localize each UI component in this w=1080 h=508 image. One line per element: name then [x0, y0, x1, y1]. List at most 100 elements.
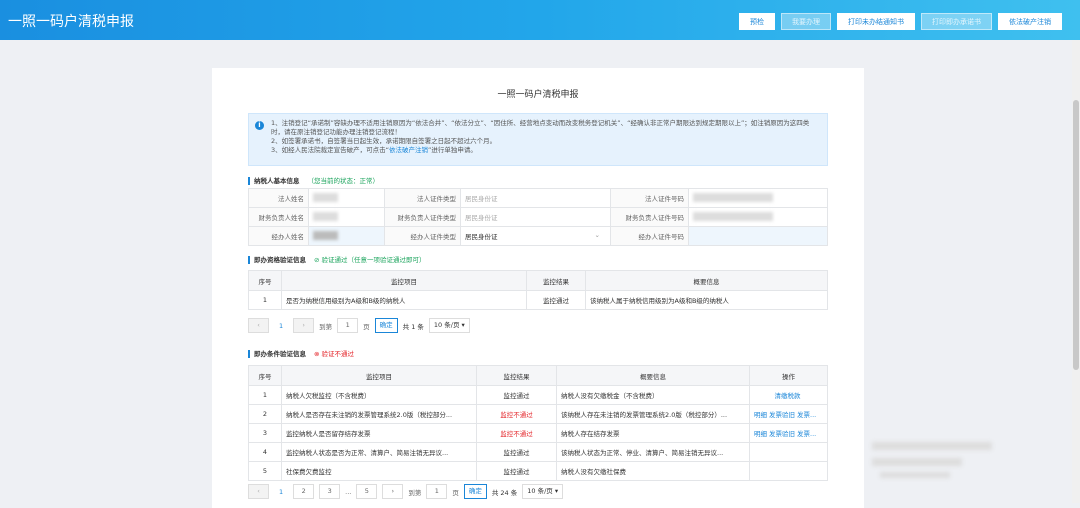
- next-page-button[interactable]: ›: [293, 318, 315, 333]
- select-value: 10 条/页: [433, 321, 460, 329]
- blurred-overlay: [872, 442, 992, 450]
- column-header: 序号: [248, 270, 282, 291]
- cell-actions: 明细 发票验旧 发票...: [749, 423, 828, 443]
- cell-seq: 3: [248, 423, 282, 443]
- table-row: 4 监控纳税人状态是否为正常、清算户、简易注销无异议... 监控通过 该纳税人状态为正…: [248, 442, 828, 462]
- info-icon: i: [255, 121, 264, 130]
- field-label: 经办人证件类型: [384, 226, 461, 246]
- field-label: 法人证件类型: [384, 188, 461, 208]
- legal-name-field: [308, 188, 385, 208]
- chevron-down-icon: ▾: [461, 321, 465, 329]
- status-label: 验证通过（任意一项验证通过即可）: [321, 256, 426, 264]
- action-link[interactable]: 明细: [754, 430, 767, 438]
- column-header: 监控结果: [476, 365, 557, 386]
- page-3[interactable]: 3: [319, 484, 341, 499]
- next-page-button[interactable]: ›: [382, 484, 404, 499]
- field-label: 财务负责人姓名: [248, 207, 309, 227]
- finance-id-number-field: [688, 207, 828, 227]
- action-link[interactable]: 发票验旧: [769, 411, 795, 419]
- section-heading: 即办条件验证信息: [254, 350, 306, 358]
- page-ellipsis[interactable]: ...: [345, 488, 351, 496]
- field-label: 财务负责人证件类型: [384, 207, 461, 227]
- cell: 1: [248, 290, 282, 310]
- section-qualification: 即办资格验证信息 ⊘ 验证通过（任意一项验证通过即可）: [248, 256, 426, 264]
- page-5[interactable]: 5: [356, 484, 378, 499]
- table-row: 3 监控纳税人是否留存结存发票 监控不通过 纳税人存在结存发票 明细 发票验旧 发票...: [248, 423, 828, 443]
- action-link[interactable]: 发票...: [797, 430, 816, 438]
- table-row: 1 是否为纳税信用级别为A级和B级的纳税人 监控通过 该纳税人属于纳税信用级别为A级和…: [248, 290, 828, 310]
- field-label: 财务负责人证件号码: [610, 207, 689, 227]
- bankruptcy-link[interactable]: 依法破产注销: [389, 146, 428, 154]
- page-size-select[interactable]: 10 条/页 ▾: [428, 318, 470, 333]
- status-label: 验证不通过: [321, 350, 355, 358]
- cell-result: 监控不通过: [476, 423, 557, 443]
- scrollbar[interactable]: [1072, 40, 1080, 503]
- cell-result: 监控不通过: [476, 404, 557, 424]
- goto-page-input[interactable]: 1: [426, 484, 448, 499]
- cell-result: 监控通过: [476, 385, 557, 405]
- cell-item: 监控纳税人状态是否为正常、清算户、简易注销无异议...: [281, 442, 477, 462]
- page-1[interactable]: 1: [274, 322, 288, 330]
- conditions-table: 序号 监控项目 监控结果 概要信息 操作 1 纳税人欠税监控（不含税费） 监控通过 纳税人没有…: [248, 365, 828, 481]
- cell-seq: 4: [248, 442, 282, 462]
- cell-info: 纳税人没有欠缴税金（不含税费）: [556, 385, 750, 405]
- scrollbar-thumb[interactable]: [1073, 100, 1079, 370]
- column-header: 序号: [248, 365, 282, 386]
- page-1[interactable]: 1: [274, 488, 288, 496]
- action-link[interactable]: 发票验旧: [769, 430, 795, 438]
- cell: 监控通过: [526, 290, 586, 310]
- legal-id-type-field: 居民身份证: [460, 188, 611, 208]
- cell-result: 监控通过: [476, 461, 557, 481]
- form-card: 一照一码户清税申报 i 1、注销登记“承诺制”容缺办理不适用注销原因为“依法合并…: [212, 68, 864, 508]
- section-heading: 纳税人基本信息: [254, 177, 300, 185]
- table-row: 经办人姓名 经办人证件类型 居民身份证 ⌄ 经办人证件号码: [248, 226, 828, 246]
- action-link[interactable]: 发票...: [797, 411, 816, 419]
- cell-info: 纳税人存在结存发票: [556, 423, 750, 443]
- column-header: 监控结果: [526, 270, 586, 291]
- cell-actions: [749, 442, 828, 462]
- chevron-down-icon: ▾: [554, 487, 559, 495]
- page-size-select[interactable]: 10 条/页 ▾: [522, 484, 564, 499]
- print-notice-button[interactable]: 打印未办结通知书: [837, 13, 915, 30]
- page-unit: 页: [363, 322, 370, 331]
- x-circle-icon: ⊗: [314, 350, 320, 358]
- field-label: 法人证件号码: [610, 188, 689, 208]
- cell-info: 该纳税人存在未注销的发票管理系统2.0版（税控部分）...: [556, 404, 750, 424]
- cell-seq: 2: [248, 404, 282, 424]
- cell-item: 纳税人欠税监控（不含税费）: [281, 385, 477, 405]
- select-value: 居民身份证: [465, 233, 498, 241]
- bankruptcy-cancel-button[interactable]: 依法破产注销: [998, 13, 1062, 30]
- table-row: 2 纳税人是否存在未注销的发票管理系统2.0版（税控部分... 监控不通过 该纳税人存…: [248, 404, 828, 424]
- table-header: 序号 监控项目 监控结果 概要信息: [248, 270, 828, 291]
- prev-page-button[interactable]: ‹: [248, 484, 269, 499]
- page-2[interactable]: 2: [293, 484, 315, 499]
- pagination-qualification: ‹ 1 › 到第 1 页 确定 共 1 条 10 条/页 ▾: [248, 318, 470, 333]
- cell-actions: 清缴税款: [749, 385, 828, 405]
- cell-item: 监控纳税人是否留存结存发票: [281, 423, 477, 443]
- action-link[interactable]: 明细: [754, 411, 767, 419]
- action-link[interactable]: 清缴税款: [775, 392, 801, 400]
- section-basic-info: 纳税人基本信息 （您当前的状态：正常）: [248, 177, 379, 185]
- goto-confirm-button[interactable]: 确定: [374, 318, 398, 333]
- goto-label: 到第: [408, 488, 422, 497]
- print-commitment-button[interactable]: 打印即办承诺书: [921, 13, 992, 30]
- goto-confirm-button[interactable]: 确定: [463, 484, 487, 499]
- agent-id-type-select[interactable]: 居民身份证 ⌄: [460, 226, 611, 246]
- precheck-button[interactable]: 预检: [739, 13, 775, 30]
- cell-seq: 5: [248, 461, 282, 481]
- goto-label: 到第: [319, 322, 333, 331]
- agent-name-field[interactable]: [308, 226, 385, 246]
- goto-page-input[interactable]: 1: [337, 318, 359, 333]
- apply-button[interactable]: 我要办理: [781, 13, 831, 30]
- basic-info-table: 法人姓名 法人证件类型 居民身份证 法人证件号码 财务负责人姓名 财务负责人证件类型 居民…: [248, 188, 828, 246]
- check-circle-icon: ⊘: [314, 256, 320, 264]
- total-count: 共 1 条: [402, 322, 424, 331]
- status-text: ⊘ 验证通过（任意一项验证通过即可）: [314, 256, 426, 264]
- field-label: 法人姓名: [248, 188, 309, 208]
- cell-info: 纳税人没有欠缴社保费: [556, 461, 750, 481]
- table-row: 5 社保费欠费监控 监控通过 纳税人没有欠缴社保费: [248, 461, 828, 481]
- agent-id-number-input[interactable]: [688, 226, 828, 246]
- prev-page-button[interactable]: ‹: [248, 318, 269, 333]
- cell-item: 社保费欠费监控: [281, 461, 477, 481]
- cell: 该纳税人属于纳税信用级别为A级和B级的纳税人: [585, 290, 828, 310]
